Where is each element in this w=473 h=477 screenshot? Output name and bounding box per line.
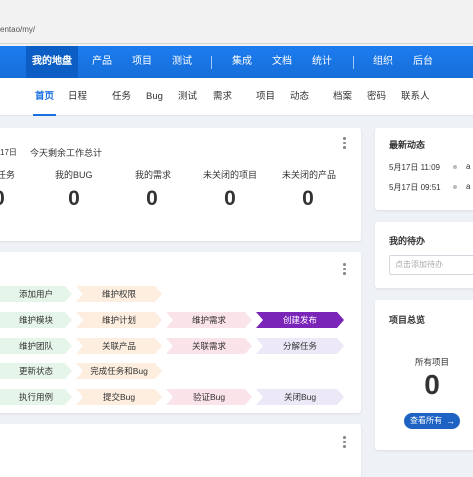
sub-nav: 首页 日程 任务 Bug 测试 需求 项目 动态 档案 密码 联系人 xyxy=(0,78,473,116)
nav-test[interactable]: 测试 xyxy=(166,46,198,78)
view-all-label: 查看所有 xyxy=(410,416,442,425)
flow-maintain-team[interactable]: 维护团队 xyxy=(0,338,72,354)
stat-value-story[interactable]: 0 xyxy=(137,187,167,211)
all-projects-label: 所有项目 xyxy=(414,357,449,367)
overview-title: 今天剩余工作总计 xyxy=(30,148,103,158)
flow-maintain-story[interactable]: 维护需求 xyxy=(166,312,252,328)
nav-doc[interactable]: 文档 xyxy=(266,46,298,78)
subnav-home[interactable]: 首页 xyxy=(32,78,57,116)
dynamics-title: 最新动态 xyxy=(389,140,426,150)
timeline-dot xyxy=(453,165,457,169)
subnav-dynamic[interactable]: 动态 xyxy=(290,78,309,116)
bottom-panel xyxy=(0,424,361,477)
stat-value-open-products[interactable]: 0 xyxy=(293,187,323,211)
flow-maintain-permission[interactable]: 维护权限 xyxy=(76,286,162,302)
subnav-calendar[interactable]: 日程 xyxy=(68,78,87,116)
stat-value-bug[interactable]: 0 xyxy=(59,187,89,211)
main-nav: 我的地盘 产品 项目 测试 集成 文档 统计 组织 后台 xyxy=(0,46,473,78)
view-all-button[interactable]: 查看所有 → xyxy=(404,413,460,429)
nav-project[interactable]: 项目 xyxy=(126,46,158,78)
stat-label-bug: 我的BUG xyxy=(55,170,93,180)
flow-break-task[interactable]: 分解任务 xyxy=(256,338,344,354)
nav-integration[interactable]: 集成 xyxy=(226,46,258,78)
stat-label-open-products: 未关闭的产品 xyxy=(282,170,337,180)
all-projects-count: 0 xyxy=(424,369,440,400)
subnav-project[interactable]: 项目 xyxy=(256,78,275,116)
dynamic-time: 5月17日 09:51 xyxy=(389,183,441,192)
flow-create-release[interactable]: 创建发布 xyxy=(256,312,344,328)
nav-separator xyxy=(353,56,354,69)
nav-separator xyxy=(211,56,212,69)
subnav-bug[interactable]: Bug xyxy=(146,78,163,116)
nav-product[interactable]: 产品 xyxy=(86,46,118,78)
flow-panel xyxy=(0,252,361,413)
todo-input[interactable]: 点击添加待办 xyxy=(389,255,473,275)
subnav-story[interactable]: 需求 xyxy=(213,78,232,116)
flow-finish-task-bug[interactable]: 完成任务和Bug xyxy=(76,363,162,379)
nav-my[interactable]: 我的地盘 xyxy=(26,46,78,78)
subnav-test[interactable]: 测试 xyxy=(178,78,197,116)
url-text[interactable]: entao/my/ xyxy=(0,25,35,34)
stat-value-task[interactable]: 0 xyxy=(0,187,14,211)
dynamic-text[interactable]: a xyxy=(466,162,470,171)
stat-label-open-projects: 未关闭的项目 xyxy=(203,170,258,180)
flow-verify-bug[interactable]: 验证Bug xyxy=(166,389,252,405)
subnav-contacts[interactable]: 联系人 xyxy=(401,78,430,116)
browser-address-bar[interactable]: entao/my/ xyxy=(0,0,473,46)
flow-link-product[interactable]: 关联产品 xyxy=(76,338,162,354)
more-options-icon[interactable] xyxy=(343,263,346,277)
overview-date: 17日 xyxy=(0,148,17,157)
subnav-password[interactable]: 密码 xyxy=(367,78,386,116)
arrow-right-icon: → xyxy=(446,416,455,426)
address-bar-divider xyxy=(0,43,473,44)
nav-admin[interactable]: 后台 xyxy=(407,46,439,78)
overview-panel xyxy=(0,128,361,241)
flow-link-story[interactable]: 关联需求 xyxy=(166,338,252,354)
flow-submit-bug[interactable]: 提交Bug xyxy=(76,389,162,405)
flow-update-status[interactable]: 更新状态 xyxy=(0,363,72,379)
flow-add-user[interactable]: 添加用户 xyxy=(0,286,72,302)
stat-label-story: 我的需求 xyxy=(135,170,172,180)
flow-maintain-plan[interactable]: 维护计划 xyxy=(76,312,162,328)
flow-run-case[interactable]: 执行用例 xyxy=(0,389,72,405)
flow-maintain-module[interactable]: 维护模块 xyxy=(0,312,72,328)
timeline-dot xyxy=(453,185,457,189)
stat-value-open-projects[interactable]: 0 xyxy=(215,187,245,211)
more-options-icon[interactable] xyxy=(343,436,346,450)
subnav-task[interactable]: 任务 xyxy=(112,78,131,116)
dynamic-text[interactable]: a xyxy=(466,182,470,191)
flow-close-bug[interactable]: 关闭Bug xyxy=(256,389,344,405)
subnav-profile[interactable]: 档案 xyxy=(333,78,352,116)
stat-label-task: 任务 xyxy=(0,170,16,180)
project-overview-title: 项目总览 xyxy=(389,315,426,325)
nav-statistics[interactable]: 统计 xyxy=(306,46,338,78)
nav-organization[interactable]: 组织 xyxy=(367,46,399,78)
dynamic-time: 5月17日 11:09 xyxy=(389,163,440,172)
todo-title: 我的待办 xyxy=(389,236,426,246)
more-options-icon[interactable] xyxy=(343,137,346,151)
